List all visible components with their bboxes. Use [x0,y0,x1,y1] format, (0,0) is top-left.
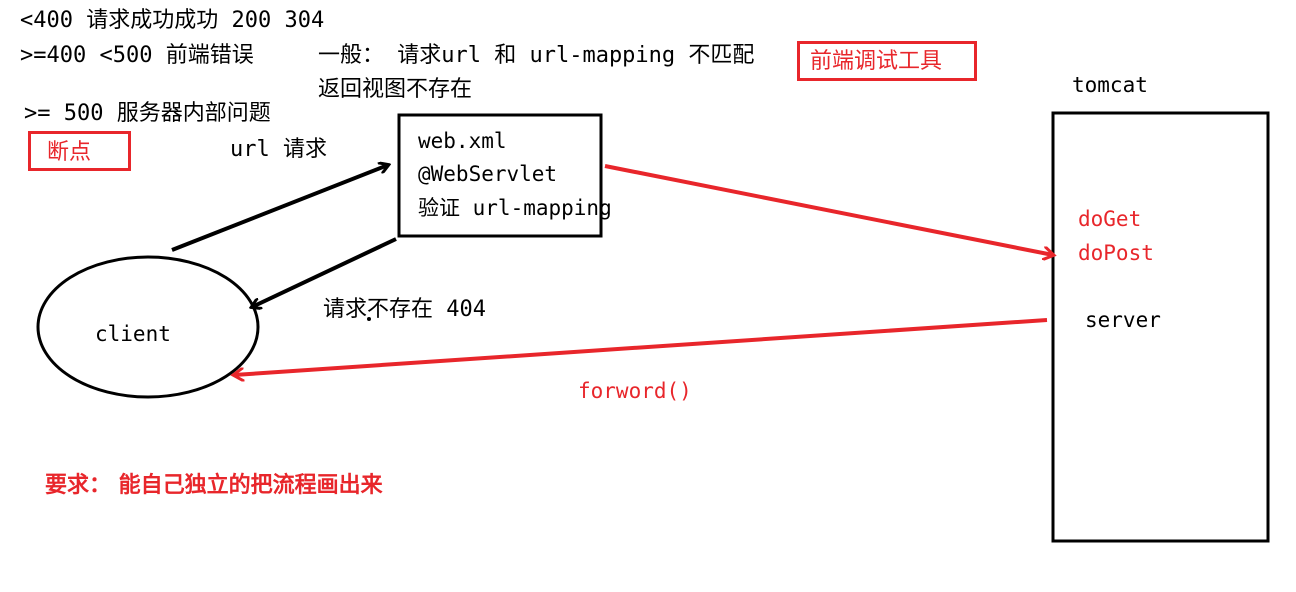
status-note-frontend-error: >=400 <500 前端错误 [20,43,254,68]
requirement-note: 要求： 能自己独立的把流程画出来 [45,472,383,498]
url-request-arrow [171,165,388,252]
config-line-mapping: 验证 url-mapping [418,196,612,220]
config-line-webxml: web.xml [418,129,507,153]
tomcat-title: tomcat [1072,73,1148,97]
url-request-label: url 请求 [230,137,327,162]
config-line-annotation: @WebServlet [418,162,558,186]
status-note-server-error: >= 500 服务器内部问题 [24,101,271,126]
forward-label: forword() [578,379,692,403]
status-note-reason-view: 返回视图不存在 [318,77,473,102]
tomcat-server-label: server [1085,308,1161,332]
tomcat-method-doget: doGet [1078,207,1142,231]
forward-arrow [234,318,1048,375]
status-note-reason-mapping: 一般： 请求url 和 url-mapping 不匹配 [318,43,755,68]
not-found-label: 请求不存在 404 [323,297,486,322]
dispatch-arrow [604,164,1053,255]
diagram-canvas: <400 请求成功成功 200 304 >=400 <500 前端错误 一般： … [0,0,1296,592]
client-label: client [95,322,171,346]
status-note-success: <400 请求成功成功 200 304 [20,8,325,33]
frontend-tool-badge: 前端调试工具 [797,41,977,81]
tomcat-method-dopost: doPost [1078,241,1154,265]
breakpoint-badge: 断点 [28,131,131,171]
